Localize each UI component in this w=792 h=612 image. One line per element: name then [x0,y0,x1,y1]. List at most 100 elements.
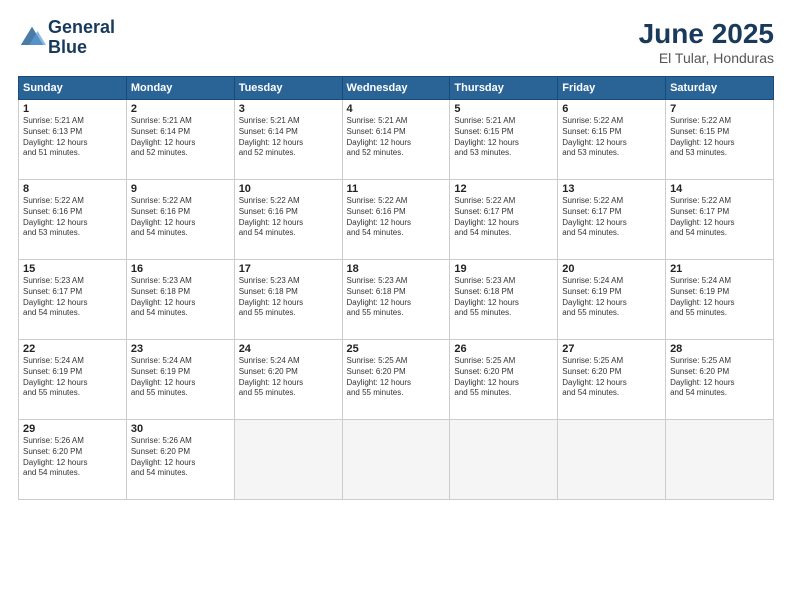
weekday-monday: Monday [126,77,234,100]
header: General Blue June 2025 El Tular, Hondura… [18,18,774,66]
cell-info: Sunrise: 5:25 AM Sunset: 6:20 PM Dayligh… [562,356,661,399]
calendar-cell: 29Sunrise: 5:26 AM Sunset: 6:20 PM Dayli… [19,420,127,500]
day-number: 28 [670,343,769,355]
cell-info: Sunrise: 5:26 AM Sunset: 6:20 PM Dayligh… [131,436,230,479]
cell-info: Sunrise: 5:22 AM Sunset: 6:17 PM Dayligh… [454,196,553,239]
day-number: 3 [239,103,338,115]
weekday-sunday: Sunday [19,77,127,100]
day-number: 22 [23,343,122,355]
day-number: 1 [23,103,122,115]
weekday-thursday: Thursday [450,77,558,100]
cell-info: Sunrise: 5:24 AM Sunset: 6:20 PM Dayligh… [239,356,338,399]
calendar-cell: 16Sunrise: 5:23 AM Sunset: 6:18 PM Dayli… [126,260,234,340]
day-number: 13 [562,183,661,195]
title-block: June 2025 El Tular, Honduras [639,18,774,66]
month-title: June 2025 [639,18,774,50]
calendar-cell: 8Sunrise: 5:22 AM Sunset: 6:16 PM Daylig… [19,180,127,260]
calendar-cell: 30Sunrise: 5:26 AM Sunset: 6:20 PM Dayli… [126,420,234,500]
calendar-cell [450,420,558,500]
day-number: 12 [454,183,553,195]
day-number: 15 [23,263,122,275]
day-number: 5 [454,103,553,115]
day-number: 24 [239,343,338,355]
calendar-cell: 18Sunrise: 5:23 AM Sunset: 6:18 PM Dayli… [342,260,450,340]
cell-info: Sunrise: 5:24 AM Sunset: 6:19 PM Dayligh… [562,276,661,319]
day-number: 25 [347,343,446,355]
cell-info: Sunrise: 5:22 AM Sunset: 6:15 PM Dayligh… [562,116,661,159]
calendar-cell [666,420,774,500]
calendar-cell: 4Sunrise: 5:21 AM Sunset: 6:14 PM Daylig… [342,100,450,180]
day-number: 7 [670,103,769,115]
weekday-wednesday: Wednesday [342,77,450,100]
cell-info: Sunrise: 5:21 AM Sunset: 6:14 PM Dayligh… [131,116,230,159]
cell-info: Sunrise: 5:24 AM Sunset: 6:19 PM Dayligh… [670,276,769,319]
cell-info: Sunrise: 5:23 AM Sunset: 6:18 PM Dayligh… [347,276,446,319]
day-number: 18 [347,263,446,275]
cell-info: Sunrise: 5:23 AM Sunset: 6:18 PM Dayligh… [131,276,230,319]
calendar-row-0: 1Sunrise: 5:21 AM Sunset: 6:13 PM Daylig… [19,100,774,180]
cell-info: Sunrise: 5:23 AM Sunset: 6:18 PM Dayligh… [454,276,553,319]
calendar-cell: 6Sunrise: 5:22 AM Sunset: 6:15 PM Daylig… [558,100,666,180]
day-number: 20 [562,263,661,275]
logo-text: General Blue [48,18,115,58]
cell-info: Sunrise: 5:21 AM Sunset: 6:14 PM Dayligh… [239,116,338,159]
calendar-cell: 27Sunrise: 5:25 AM Sunset: 6:20 PM Dayli… [558,340,666,420]
day-number: 29 [23,423,122,435]
calendar-row-3: 22Sunrise: 5:24 AM Sunset: 6:19 PM Dayli… [19,340,774,420]
day-number: 2 [131,103,230,115]
cell-info: Sunrise: 5:23 AM Sunset: 6:17 PM Dayligh… [23,276,122,319]
cell-info: Sunrise: 5:22 AM Sunset: 6:17 PM Dayligh… [670,196,769,239]
calendar-cell: 25Sunrise: 5:25 AM Sunset: 6:20 PM Dayli… [342,340,450,420]
weekday-header-row: SundayMondayTuesdayWednesdayThursdayFrid… [19,77,774,100]
calendar-cell [234,420,342,500]
calendar-cell: 20Sunrise: 5:24 AM Sunset: 6:19 PM Dayli… [558,260,666,340]
location: El Tular, Honduras [639,50,774,66]
logo: General Blue [18,18,115,58]
calendar-row-1: 8Sunrise: 5:22 AM Sunset: 6:16 PM Daylig… [19,180,774,260]
cell-info: Sunrise: 5:21 AM Sunset: 6:14 PM Dayligh… [347,116,446,159]
calendar-cell: 10Sunrise: 5:22 AM Sunset: 6:16 PM Dayli… [234,180,342,260]
calendar-cell: 23Sunrise: 5:24 AM Sunset: 6:19 PM Dayli… [126,340,234,420]
day-number: 26 [454,343,553,355]
calendar-row-2: 15Sunrise: 5:23 AM Sunset: 6:17 PM Dayli… [19,260,774,340]
logo-line2: Blue [48,38,115,58]
cell-info: Sunrise: 5:25 AM Sunset: 6:20 PM Dayligh… [347,356,446,399]
weekday-friday: Friday [558,77,666,100]
logo-icon [18,24,46,52]
day-number: 6 [562,103,661,115]
day-number: 19 [454,263,553,275]
calendar-cell [342,420,450,500]
calendar-cell: 2Sunrise: 5:21 AM Sunset: 6:14 PM Daylig… [126,100,234,180]
day-number: 30 [131,423,230,435]
cell-info: Sunrise: 5:22 AM Sunset: 6:16 PM Dayligh… [131,196,230,239]
day-number: 4 [347,103,446,115]
calendar-cell: 26Sunrise: 5:25 AM Sunset: 6:20 PM Dayli… [450,340,558,420]
cell-info: Sunrise: 5:22 AM Sunset: 6:15 PM Dayligh… [670,116,769,159]
calendar-cell: 15Sunrise: 5:23 AM Sunset: 6:17 PM Dayli… [19,260,127,340]
day-number: 8 [23,183,122,195]
cell-info: Sunrise: 5:22 AM Sunset: 6:17 PM Dayligh… [562,196,661,239]
cell-info: Sunrise: 5:21 AM Sunset: 6:13 PM Dayligh… [23,116,122,159]
cell-info: Sunrise: 5:22 AM Sunset: 6:16 PM Dayligh… [23,196,122,239]
calendar-cell: 21Sunrise: 5:24 AM Sunset: 6:19 PM Dayli… [666,260,774,340]
page: General Blue June 2025 El Tular, Hondura… [0,0,792,612]
calendar-cell: 14Sunrise: 5:22 AM Sunset: 6:17 PM Dayli… [666,180,774,260]
weekday-tuesday: Tuesday [234,77,342,100]
weekday-saturday: Saturday [666,77,774,100]
calendar-cell: 28Sunrise: 5:25 AM Sunset: 6:20 PM Dayli… [666,340,774,420]
calendar-cell: 3Sunrise: 5:21 AM Sunset: 6:14 PM Daylig… [234,100,342,180]
calendar-cell: 24Sunrise: 5:24 AM Sunset: 6:20 PM Dayli… [234,340,342,420]
day-number: 16 [131,263,230,275]
calendar-cell: 17Sunrise: 5:23 AM Sunset: 6:18 PM Dayli… [234,260,342,340]
calendar-cell: 22Sunrise: 5:24 AM Sunset: 6:19 PM Dayli… [19,340,127,420]
day-number: 23 [131,343,230,355]
day-number: 11 [347,183,446,195]
cell-info: Sunrise: 5:25 AM Sunset: 6:20 PM Dayligh… [454,356,553,399]
calendar-cell: 7Sunrise: 5:22 AM Sunset: 6:15 PM Daylig… [666,100,774,180]
day-number: 14 [670,183,769,195]
calendar-cell: 13Sunrise: 5:22 AM Sunset: 6:17 PM Dayli… [558,180,666,260]
calendar-cell: 1Sunrise: 5:21 AM Sunset: 6:13 PM Daylig… [19,100,127,180]
calendar-row-4: 29 Sunrise: 5:26 AM Sunset: 6:20 PM Dayli… [19,420,774,500]
day-number: 17 [239,263,338,275]
day-number: 21 [670,263,769,275]
